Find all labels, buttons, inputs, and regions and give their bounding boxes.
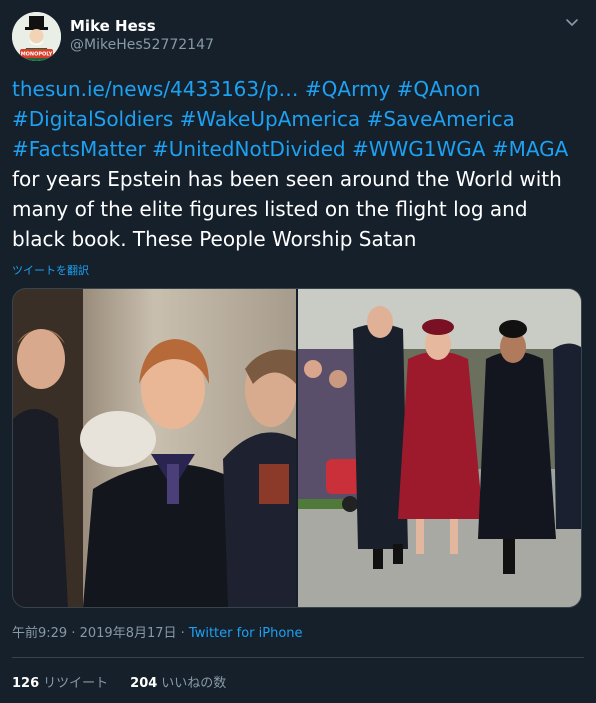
avatar-lettering: MONOPOLY xyxy=(21,52,53,58)
meta-separator: · xyxy=(67,626,80,641)
tweet-date[interactable]: 2019年8月17日 xyxy=(80,626,177,641)
media-grid xyxy=(12,288,582,608)
tweet-text: thesun.ie/news/4433163/p… #QArmy #QAnon … xyxy=(12,74,584,254)
hashtag-wakeupamerica[interactable]: #WakeUpAmerica xyxy=(180,107,361,131)
tweet-meta: 午前9:29 · 2019年8月17日 · Twitter for iPhone xyxy=(12,622,303,641)
meta-separator-2: · xyxy=(176,626,189,641)
hashtag-maga[interactable]: #MAGA xyxy=(492,137,569,161)
retweets-count: 126 xyxy=(12,676,40,691)
chevron-down-icon[interactable] xyxy=(564,14,580,30)
likes-label: いいねの数 xyxy=(161,676,227,691)
hashtag-unitednotdivided[interactable]: #UnitedNotDivided xyxy=(152,137,346,161)
tweet-link[interactable]: thesun.ie/news/4433163/p… xyxy=(12,77,299,101)
hashtag-digitalsoldiers[interactable]: #DigitalSoldiers xyxy=(12,107,173,131)
photo-right-image xyxy=(298,289,581,607)
hashtag-qarmy[interactable]: #QArmy xyxy=(305,77,390,101)
tweet-stats: 126 リツイート 204 いいねの数 xyxy=(12,672,226,691)
hashtag-qanon[interactable]: #QAnon xyxy=(397,77,481,101)
hashtag-factsmatter[interactable]: #FactsMatter xyxy=(12,137,146,161)
hashtag-wwg1wga[interactable]: #WWG1WGA xyxy=(352,137,486,161)
hashtag-saveamerica[interactable]: #SaveAmerica xyxy=(367,107,515,131)
user-handle[interactable]: @MikeHes52772147 xyxy=(70,37,214,53)
photo-left[interactable] xyxy=(13,289,296,607)
retweets-label: リツイート xyxy=(43,676,109,691)
photo-left-image xyxy=(13,289,296,607)
likes-count: 204 xyxy=(130,676,158,691)
retweets-stat[interactable]: 126 リツイート xyxy=(12,672,108,691)
tweet-card: MONOPOLY Mike Hess @MikeHes52772147 thes… xyxy=(0,0,596,703)
tweet-time[interactable]: 午前9:29 xyxy=(12,626,67,641)
tweet-body-text: for years Epstein has been seen around t… xyxy=(12,167,562,251)
monopoly-man-icon: MONOPOLY xyxy=(12,12,61,61)
tweet-source[interactable]: Twitter for iPhone xyxy=(189,626,303,641)
translate-link[interactable]: ツイートを翻訳 xyxy=(12,262,89,278)
photo-right[interactable] xyxy=(298,289,581,607)
avatar[interactable]: MONOPOLY xyxy=(12,12,61,61)
display-name[interactable]: Mike Hess xyxy=(70,17,156,35)
likes-stat[interactable]: 204 いいねの数 xyxy=(130,672,226,691)
divider xyxy=(12,657,584,658)
